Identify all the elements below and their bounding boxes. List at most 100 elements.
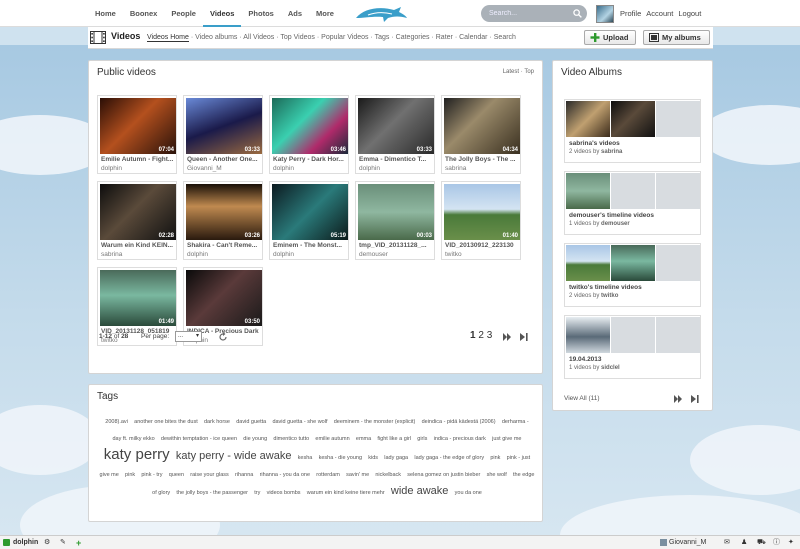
video-card[interactable]: 01:40 VID_20130912_223130twitko — [441, 181, 521, 260]
tag-link[interactable]: girls — [417, 436, 427, 442]
tag-link[interactable]: deeminem - the monster (explicit) — [334, 419, 416, 425]
album-owner[interactable]: sabrina — [601, 149, 622, 155]
video-title[interactable]: Queen - Another One... — [187, 156, 261, 163]
tag-link[interactable]: kesha — [298, 455, 313, 461]
profile-link[interactable]: Profile — [620, 0, 641, 27]
tag-link[interactable]: derharma - — [502, 419, 529, 425]
video-author[interactable]: demouser — [359, 251, 388, 258]
tag-link[interactable]: david guetta - she wolf — [272, 419, 327, 425]
tag-link[interactable]: you da one — [455, 490, 482, 496]
tab-search[interactable]: Search — [494, 34, 516, 41]
tag-link[interactable]: kids — [368, 455, 378, 461]
tag-link[interactable]: 2008).avi — [105, 419, 128, 425]
tab-calendar[interactable]: Calendar — [459, 34, 487, 41]
album-title[interactable]: demouser's timeline videos — [569, 212, 654, 219]
video-title[interactable]: Emilie Autumn - Fight... — [101, 156, 175, 163]
video-author[interactable]: dolphin — [273, 165, 294, 172]
video-thumbnail[interactable]: 04:34 — [444, 98, 520, 154]
tag-link[interactable]: the edge — [513, 472, 534, 478]
user-avatar[interactable] — [596, 5, 614, 23]
video-card[interactable]: 04:34 The Jolly Boys - The ... sabrina — [441, 95, 521, 174]
tag-link[interactable]: the jolly boys - the passenger — [176, 490, 248, 496]
tag-link[interactable]: pink — [490, 455, 500, 461]
add-icon[interactable]: + — [76, 538, 81, 548]
bottom-right-user[interactable]: Giovanni_M — [669, 538, 706, 548]
info-icon[interactable]: ⓘ — [773, 538, 780, 548]
tag-link[interactable]: lady gaga - the edge of glory — [414, 455, 484, 461]
video-title[interactable]: Emma - Dimentico T... — [359, 156, 433, 163]
album-title[interactable]: sabrina's videos — [569, 140, 620, 147]
tag-link[interactable]: emma — [356, 436, 371, 442]
video-title[interactable]: The Jolly Boys - The ... — [445, 156, 519, 163]
tag-link[interactable]: deindica - pidä kädestä (2006) — [422, 419, 496, 425]
sort-latest[interactable]: Latest — [503, 69, 519, 75]
tag-link[interactable]: katy perry — [104, 446, 170, 463]
tag-link[interactable]: videos bombs — [267, 490, 301, 496]
last-page-icon[interactable] — [520, 333, 528, 341]
tag-link[interactable]: dark horse — [204, 419, 230, 425]
account-link[interactable]: Account — [646, 0, 673, 27]
tag-link[interactable]: kesha - die young — [319, 455, 362, 461]
tab-top-videos[interactable]: Top Videos — [280, 34, 315, 41]
video-title[interactable]: Eminem - The Monst... — [273, 242, 347, 249]
tag-link[interactable]: selena gomez on justin bieber — [407, 472, 480, 478]
tag-link[interactable]: warum ein kind keine tiere mehr — [307, 490, 385, 496]
tab-all-videos[interactable]: All Videos — [243, 34, 274, 41]
tag-link[interactable]: rotterdam — [316, 472, 340, 478]
tag-link[interactable]: pink - just — [507, 455, 531, 461]
nav-photos[interactable]: Photos — [241, 0, 280, 27]
video-card[interactable]: 07:04 Emilie Autumn - Fight... dolphin — [97, 95, 177, 174]
people-icon[interactable]: ♟ — [741, 538, 747, 548]
tag-link[interactable]: dewithin temptation - ice queen — [161, 436, 237, 442]
bottom-username[interactable]: dolphin — [13, 538, 38, 548]
album-title[interactable]: 19.04.2013 — [569, 356, 602, 363]
video-thumbnail[interactable]: 00:03 — [358, 184, 434, 240]
edit-icon[interactable]: ✎ — [60, 538, 66, 548]
nav-videos[interactable]: Videos — [202, 0, 242, 27]
tag-link[interactable]: dimentico tutto — [273, 436, 309, 442]
video-thumbnail[interactable]: 01:40 — [444, 184, 520, 240]
nav-people[interactable]: People — [164, 0, 203, 27]
tag-link[interactable]: wide awake — [391, 485, 448, 497]
nav-more[interactable]: More — [309, 0, 341, 27]
album-card[interactable]: sabrina's videos 2 videos by sabrina — [564, 99, 701, 163]
video-author[interactable]: dolphin — [359, 165, 380, 172]
video-thumbnail[interactable]: 07:04 — [100, 98, 176, 154]
tag-link[interactable]: lady gaga — [384, 455, 408, 461]
page-3[interactable]: 3 — [487, 330, 493, 341]
tag-link[interactable]: emilie autumn — [315, 436, 349, 442]
last-albums-icon[interactable] — [691, 395, 699, 403]
video-thumbnail[interactable]: 03:33 — [186, 98, 262, 154]
tag-link[interactable]: katy perry - wide awake — [176, 450, 292, 462]
video-card[interactable]: 03:46 Katy Perry - Dark Hor... dolphin — [269, 95, 349, 174]
album-thumbnails[interactable] — [566, 245, 701, 281]
album-thumbnails[interactable] — [566, 101, 701, 137]
next-page-icon[interactable] — [503, 333, 512, 341]
tag-link[interactable]: pink — [125, 472, 135, 478]
nav-boonex[interactable]: Boonex — [123, 0, 165, 27]
video-thumbnail[interactable]: 05:19 — [272, 184, 348, 240]
tag-link[interactable]: die young — [243, 436, 267, 442]
tag-link[interactable]: another one bites the dust — [134, 419, 198, 425]
tag-link[interactable]: david guetta — [236, 419, 266, 425]
video-author[interactable]: dolphin — [101, 165, 122, 172]
view-all-link[interactable]: View All (11) — [564, 395, 600, 402]
video-author[interactable]: sabrina — [445, 165, 466, 172]
video-title[interactable]: Warum ein Kind KEIN... — [101, 242, 175, 249]
gear-icon[interactable]: ⚙ — [44, 538, 50, 548]
video-title[interactable]: VID_20130912_223130 — [445, 242, 519, 249]
video-author[interactable]: twitko — [445, 251, 462, 258]
wrench-icon[interactable]: ✦ — [788, 538, 794, 548]
tab-popular-videos[interactable]: Popular Videos — [321, 34, 368, 41]
nav-home[interactable]: Home — [88, 0, 123, 27]
tag-link[interactable]: savin' me — [346, 472, 369, 478]
tag-link[interactable]: pink - try — [141, 472, 162, 478]
tag-link[interactable]: give me — [100, 472, 119, 478]
video-title[interactable]: Shakira - Can't Reme... — [187, 242, 261, 249]
tag-link[interactable]: nickelback — [375, 472, 401, 478]
video-author[interactable]: Giovanni_M — [187, 165, 222, 172]
video-author[interactable]: sabrina — [101, 251, 122, 258]
album-thumbnails[interactable] — [566, 173, 701, 209]
album-thumbnails[interactable] — [566, 317, 701, 353]
dolphin-logo[interactable] — [354, 4, 408, 23]
